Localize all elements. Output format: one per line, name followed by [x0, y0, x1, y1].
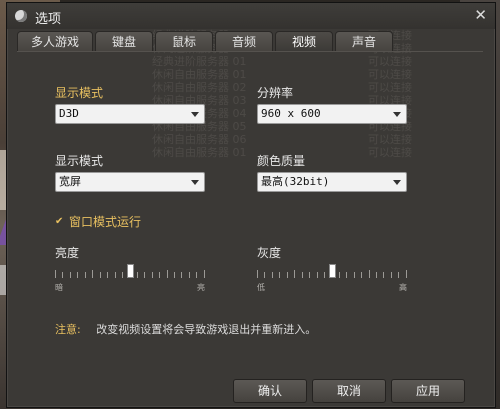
- options-dialog: 经典自由服务器 01可以连接休闲进阶服务器 02可以连接经典进阶服务器 03可以…: [6, 2, 496, 408]
- slider-min-label: 低: [257, 283, 265, 292]
- slider-tick: [121, 272, 123, 278]
- slider-tick: [114, 272, 116, 278]
- tab-multiplayer[interactable]: 多人游戏: [17, 31, 93, 52]
- slider-tick: [376, 272, 377, 278]
- window-title: 选项: [35, 12, 62, 27]
- slider-tick: [136, 272, 138, 278]
- chevron-down-icon: [191, 180, 199, 185]
- slider-tick: [264, 272, 266, 278]
- windowed-mode-label: 窗口模式运行: [69, 215, 142, 229]
- ok-button[interactable]: 确认: [233, 379, 307, 403]
- slider-thumb[interactable]: [127, 264, 134, 278]
- slider-tick: [144, 272, 146, 278]
- display-mode-label: 显示模式: [55, 86, 104, 100]
- slider-tick: [294, 270, 296, 278]
- slider-tick: [62, 272, 64, 278]
- close-button[interactable]: ✕: [474, 6, 487, 24]
- resolution-select[interactable]: 960 x 600: [257, 104, 407, 124]
- slider-tick: [271, 272, 273, 278]
- slider-tick: [390, 272, 392, 278]
- windowed-mode-option[interactable]: ✔ 窗口模式运行: [55, 213, 141, 230]
- slider-tick: [166, 270, 168, 278]
- brightness-label: 亮度: [55, 246, 80, 260]
- apply-button[interactable]: 应用: [391, 379, 465, 403]
- slider-tick: [174, 272, 175, 278]
- slider-tick: [92, 270, 94, 278]
- color-quality-value: 最高(32bit): [261, 175, 330, 188]
- slider-tick: [84, 272, 86, 278]
- tab-sound[interactable]: 声音: [335, 31, 393, 52]
- slider-tick: [203, 270, 205, 278]
- aspect-mode-label: 显示模式: [55, 154, 104, 168]
- tab-mouse[interactable]: 鼠标: [155, 31, 213, 52]
- video-settings-panel: 显示模式 D3D 分辨率 960 x 600 显示模式 宽屏 颜色质量 最高(3…: [17, 51, 483, 352]
- brightness-slider[interactable]: 暗 亮: [55, 264, 205, 296]
- display-mode-value: D3D: [59, 107, 79, 120]
- slider-tick: [196, 272, 198, 278]
- slider-tick: [257, 270, 258, 278]
- slider-tick: [286, 272, 288, 278]
- slider-tick: [353, 272, 355, 278]
- slider-tick: [99, 272, 101, 278]
- slider-tick: [338, 272, 340, 278]
- display-mode-select[interactable]: D3D: [55, 104, 205, 124]
- slider-min-label: 暗: [55, 283, 63, 292]
- slider-tick: [159, 272, 161, 278]
- slider-tick: [309, 272, 311, 278]
- tab-keyboard[interactable]: 键盘: [95, 31, 153, 52]
- aspect-mode-select[interactable]: 宽屏: [55, 172, 205, 192]
- tab-bar: 多人游戏 键盘 鼠标 音频 视频 声音: [17, 31, 393, 52]
- slider-tick: [323, 272, 325, 278]
- slider-tick: [181, 272, 183, 278]
- slider-tick: [301, 272, 303, 278]
- notice-label: 注意:: [55, 323, 81, 336]
- slider-tick: [107, 272, 109, 278]
- chevron-down-icon: [191, 112, 199, 117]
- slider-tick: [398, 272, 400, 278]
- slider-tick: [346, 272, 348, 278]
- aspect-mode-value: 宽屏: [59, 175, 81, 188]
- slider-tick: [405, 270, 407, 278]
- color-quality-select[interactable]: 最高(32bit): [257, 172, 407, 192]
- slider-tick: [77, 272, 79, 278]
- gamma-slider[interactable]: 低 高: [257, 264, 407, 296]
- slider-tick: [69, 272, 71, 278]
- slider-tick: [383, 272, 385, 278]
- slider-tick: [361, 272, 363, 278]
- chevron-down-icon: [393, 112, 401, 117]
- slider-max-label: 高: [399, 283, 407, 292]
- slider-tick: [55, 270, 56, 278]
- slider-tick: [368, 270, 370, 278]
- tab-video[interactable]: 视频: [275, 31, 333, 52]
- slider-max-label: 亮: [197, 283, 205, 292]
- chevron-down-icon: [393, 180, 401, 185]
- cancel-button[interactable]: 取消: [312, 379, 386, 403]
- title-bar[interactable]: 选项 ✕: [7, 3, 495, 29]
- tab-audio[interactable]: 音频: [215, 31, 273, 52]
- color-quality-label: 颜色质量: [257, 154, 306, 168]
- notice-message: 改变视频设置将会导致游戏退出并重新进入。: [96, 323, 317, 336]
- slider-tick: [151, 272, 153, 278]
- slider-tick: [279, 272, 281, 278]
- steam-logo-icon: [15, 10, 27, 22]
- gamma-label: 灰度: [257, 246, 282, 260]
- notice-text: 注意: 改变视频设置将会导致游戏退出并重新进入。: [55, 321, 316, 337]
- resolution-label: 分辨率: [257, 86, 294, 100]
- resolution-value: 960 x 600: [261, 107, 321, 120]
- slider-tick: [316, 272, 318, 278]
- check-icon[interactable]: ✔: [55, 217, 64, 227]
- slider-thumb[interactable]: [329, 264, 336, 278]
- slider-tick: [188, 272, 190, 278]
